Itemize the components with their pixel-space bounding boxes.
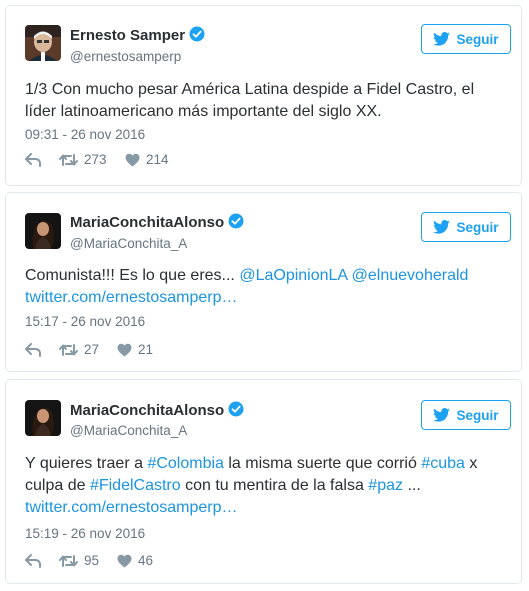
avatar[interactable] [25, 213, 61, 249]
heart-icon [125, 153, 140, 166]
hashtag-link[interactable]: #Colombia [147, 455, 223, 472]
url-link[interactable]: twitter.com/ernestosamperp… [25, 289, 238, 306]
tweet-actions: 95 46 [25, 553, 153, 568]
heart-icon [117, 343, 132, 356]
reply-icon [25, 553, 41, 568]
reply-icon [25, 342, 41, 357]
like-button[interactable]: 46 [117, 553, 153, 568]
author-handle[interactable]: @MariaConchita_A [70, 236, 187, 251]
author-handle[interactable]: @MariaConchita_A [70, 423, 187, 438]
retweet-button[interactable]: 27 [59, 342, 117, 357]
author-name[interactable]: MariaConchitaAlonso [70, 213, 244, 233]
follow-label: Seguir [456, 31, 499, 47]
retweet-icon [59, 554, 78, 567]
twitter-bird-icon [433, 32, 451, 46]
verified-badge-icon [189, 26, 205, 46]
mention-link[interactable]: @elnuevoherald [352, 267, 469, 284]
tweet-timestamp[interactable]: 15:17 - 26 nov 2016 [25, 314, 145, 329]
mention-link[interactable]: @LaOpinionLA [239, 267, 347, 284]
retweet-button[interactable]: 273 [59, 152, 125, 167]
follow-label: Seguir [456, 219, 499, 235]
author-name-text[interactable]: MariaConchitaAlonso [70, 402, 224, 419]
retweet-count: 95 [84, 553, 100, 568]
author-name[interactable]: MariaConchitaAlonso [70, 401, 244, 421]
tweet-card: Ernesto Samper @ernestosamperp Seguir 1/… [5, 5, 522, 186]
tweet-text-segment: Y quieres traer a [25, 455, 148, 472]
avatar[interactable] [25, 400, 61, 436]
heart-icon [117, 554, 132, 567]
tweet-text-segment: 1/3 Con mucho pesar América Latina despi… [25, 81, 475, 120]
like-button[interactable]: 214 [125, 152, 169, 167]
retweet-icon [59, 343, 78, 356]
tweet-text-segment: la misma suerte que corrió [223, 455, 422, 472]
retweet-count: 27 [84, 342, 100, 357]
follow-button[interactable]: Seguir [421, 24, 511, 54]
retweet-count: 273 [84, 152, 107, 167]
tweet-timestamp[interactable]: 15:19 - 26 nov 2016 [25, 526, 145, 541]
author-name-text[interactable]: Ernesto Samper [70, 27, 185, 44]
reply-button[interactable] [25, 342, 59, 357]
tweet-text: Y quieres traer a #Colombia la misma sue… [25, 453, 507, 519]
url-link[interactable]: twitter.com/ernestosamperp… [25, 499, 238, 516]
tweet-card: MariaConchitaAlonso @MariaConchita_A Seg… [5, 379, 522, 584]
hashtag-link[interactable]: #cuba [421, 455, 465, 472]
like-button[interactable]: 21 [117, 342, 153, 357]
tweet-timestamp[interactable]: 09:31 - 26 nov 2016 [25, 127, 145, 142]
tweet-text-segment: Comunista!!! Es lo que eres... [25, 267, 240, 284]
twitter-bird-icon [433, 408, 451, 422]
follow-label: Seguir [456, 407, 499, 423]
verified-badge-icon [228, 213, 244, 233]
follow-button[interactable]: Seguir [421, 400, 511, 430]
tweet-text-segment: ... [403, 477, 421, 494]
tweet-card: MariaConchitaAlonso @MariaConchita_A Seg… [5, 192, 522, 372]
hashtag-link[interactable]: #FidelCastro [90, 477, 181, 494]
like-count: 46 [138, 553, 154, 568]
retweet-button[interactable]: 95 [59, 553, 117, 568]
tweet-text: Comunista!!! Es lo que eres... @LaOpinio… [25, 265, 507, 309]
author-name-text[interactable]: MariaConchitaAlonso [70, 214, 224, 231]
verified-badge-icon [228, 401, 244, 421]
follow-button[interactable]: Seguir [421, 212, 511, 242]
tweet-actions: 27 21 [25, 342, 153, 357]
twitter-bird-icon [433, 220, 451, 234]
reply-button[interactable] [25, 152, 59, 167]
hashtag-link[interactable]: #paz [368, 477, 403, 494]
like-count: 214 [146, 152, 169, 167]
author-handle[interactable]: @ernestosamperp [70, 49, 181, 64]
author-name[interactable]: Ernesto Samper [70, 26, 205, 46]
tweet-text: 1/3 Con mucho pesar América Latina despi… [25, 79, 507, 123]
reply-button[interactable] [25, 553, 59, 568]
like-count: 21 [138, 342, 154, 357]
reply-icon [25, 152, 41, 167]
tweet-actions: 273 214 [25, 152, 169, 167]
tweet-text-segment: con tu mentira de la falsa [180, 477, 369, 494]
avatar[interactable] [25, 25, 61, 61]
retweet-icon [59, 153, 78, 166]
